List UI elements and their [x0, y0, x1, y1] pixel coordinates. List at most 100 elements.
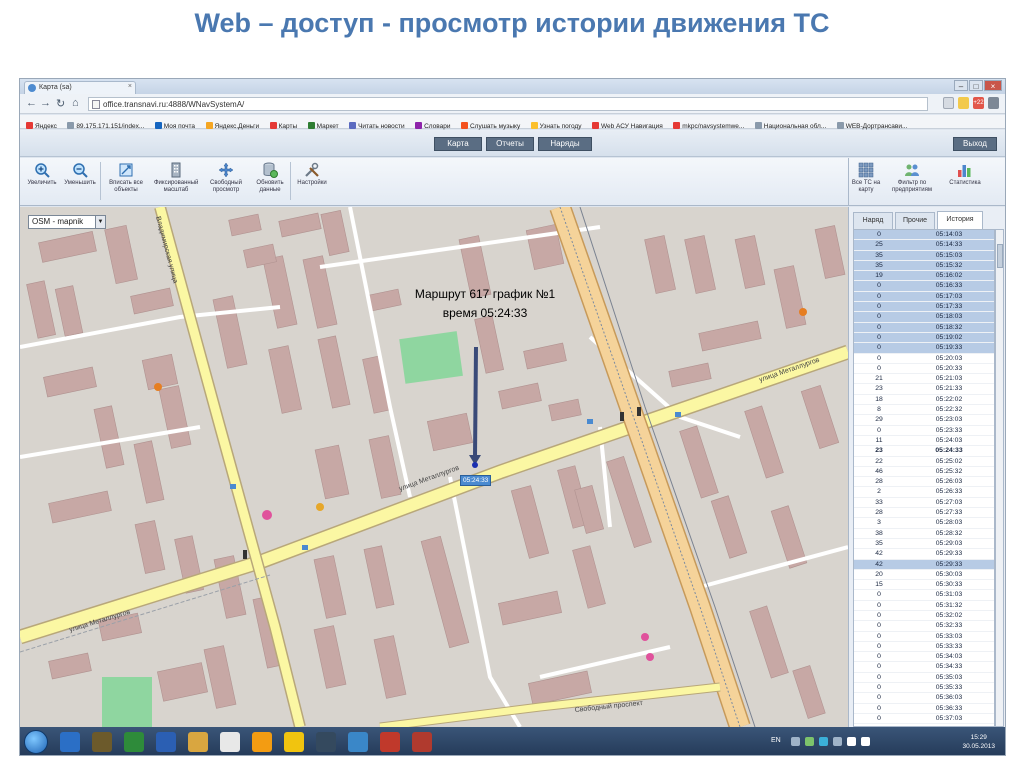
history-row[interactable]: 0 05:16:33: [854, 281, 994, 292]
history-row[interactable]: 0 05:34:33: [854, 662, 994, 673]
history-row[interactable]: 0 05:33:33: [854, 642, 994, 653]
tray-icon[interactable]: [805, 737, 814, 746]
close-tab-icon[interactable]: ×: [128, 83, 132, 90]
history-row[interactable]: 0 05:18:03: [854, 312, 994, 323]
scrollbar-thumb[interactable]: [997, 244, 1003, 268]
history-row[interactable]: 0 05:23:33: [854, 426, 994, 436]
minimize-button[interactable]: –: [954, 80, 968, 91]
history-row[interactable]: 35 05:15:03: [854, 250, 994, 261]
app-icon[interactable]: [92, 732, 112, 752]
filter-enterprises-button[interactable]: Фильтр по предприятиям: [887, 162, 937, 204]
page-menu-icon[interactable]: [943, 97, 954, 109]
history-row[interactable]: 0 05:36:03: [854, 693, 994, 704]
explorer-icon[interactable]: [188, 732, 208, 752]
word-icon[interactable]: [156, 732, 176, 752]
app-icon[interactable]: [380, 732, 400, 752]
history-row[interactable]: 3 05:28:03: [854, 518, 994, 529]
wrench-icon[interactable]: [988, 97, 999, 109]
browser-tab[interactable]: Карта (sa) ×: [24, 81, 136, 94]
start-button[interactable]: [24, 730, 48, 754]
map-layer-select[interactable]: OSM - mapnik ▼: [28, 215, 106, 229]
vehicle-position-marker[interactable]: [472, 462, 478, 468]
history-row[interactable]: 46 05:25:32: [854, 467, 994, 478]
history-row[interactable]: 35 05:29:03: [854, 539, 994, 550]
tab-other[interactable]: Прочие: [895, 212, 935, 229]
history-row[interactable]: 0 05:33:03: [854, 632, 994, 642]
yandex-icon[interactable]: [220, 732, 240, 752]
menu-tab-reports[interactable]: Отчеты: [486, 137, 534, 151]
poi-marker[interactable]: [641, 633, 649, 641]
tray-icon[interactable]: [819, 737, 828, 746]
tray-icon[interactable]: [833, 737, 842, 746]
fit-all-button[interactable]: Вписать все объекты: [104, 162, 148, 204]
history-row[interactable]: 2 05:26:33: [854, 487, 994, 498]
reload-icon[interactable]: ↻: [56, 97, 65, 110]
network-icon[interactable]: [847, 737, 856, 746]
history-row[interactable]: 11 05:24:03: [854, 436, 994, 447]
statistics-button[interactable]: Статистика: [941, 162, 989, 204]
poi-marker[interactable]: [646, 653, 654, 661]
chevron-down-icon[interactable]: ▼: [95, 216, 105, 228]
menu-tab-map[interactable]: Карта: [434, 137, 482, 151]
settings-button[interactable]: Настройки: [290, 162, 334, 204]
history-row[interactable]: 0 05:19:02: [854, 332, 994, 344]
history-row[interactable]: 0 05:35:33: [854, 683, 994, 694]
language-indicator[interactable]: EN: [771, 737, 781, 744]
notification-badge[interactable]: +22: [973, 97, 984, 109]
history-row[interactable]: 28 05:27:33: [854, 508, 994, 519]
ie-icon[interactable]: [60, 732, 80, 752]
volume-icon[interactable]: [861, 737, 870, 746]
tab-history[interactable]: История: [937, 211, 983, 229]
history-row[interactable]: 0 05:34:03: [854, 652, 994, 663]
history-row[interactable]: 0 05:17:33: [854, 302, 994, 313]
history-row[interactable]: 0 05:17:03: [854, 291, 994, 303]
history-row[interactable]: 0 05:14:03: [854, 230, 994, 241]
close-window-button[interactable]: ×: [984, 80, 1002, 91]
app-icon[interactable]: [412, 732, 432, 752]
history-row[interactable]: 42 05:29:33: [854, 559, 994, 570]
poi-marker[interactable]: [316, 503, 324, 511]
history-row[interactable]: 21 05:21:03: [854, 374, 994, 385]
maximize-button[interactable]: □: [969, 80, 983, 91]
menu-tab-orders[interactable]: Наряды: [538, 137, 592, 151]
star-icon[interactable]: [958, 97, 969, 109]
history-row[interactable]: 0 05:18:32: [854, 322, 994, 333]
map-view[interactable]: улица Металлургов улица Металлургов улиц…: [20, 207, 848, 727]
history-row[interactable]: 25 05:14:33: [854, 240, 994, 251]
history-scrollbar[interactable]: [995, 229, 1004, 727]
history-list[interactable]: 0 05:14:03 25 05:14:33 35 05:15:03 35 05:15:32 1…: [853, 229, 995, 727]
vehicle-time-label[interactable]: 05:24:33: [460, 475, 492, 486]
excel-icon[interactable]: [124, 732, 144, 752]
exit-button[interactable]: Выход: [953, 137, 997, 151]
address-bar[interactable]: office.transnavi.ru:4888/WNavSystemA/: [88, 97, 928, 111]
free-view-button[interactable]: Свободный просмотр: [204, 162, 248, 204]
history-row[interactable]: 0 05:32:02: [854, 611, 994, 622]
all-vehicles-button[interactable]: Все ТС на карту: [849, 162, 883, 204]
history-row[interactable]: 0 05:32:33: [854, 621, 994, 632]
history-row[interactable]: 20 05:30:03: [854, 570, 994, 581]
history-row[interactable]: 28 05:26:03: [854, 477, 994, 488]
history-row[interactable]: 22 05:25:02: [854, 457, 994, 467]
history-row[interactable]: 18 05:22:02: [854, 395, 994, 406]
app-icon[interactable]: [348, 732, 368, 752]
tray-icon[interactable]: [791, 737, 800, 746]
history-row[interactable]: 23 05:21:33: [854, 384, 994, 395]
app-icon[interactable]: [284, 732, 304, 752]
history-row[interactable]: 42 05:29:33: [854, 549, 994, 560]
history-row[interactable]: 0 05:19:33: [854, 343, 994, 354]
history-row[interactable]: 0 05:31:03: [854, 590, 994, 601]
history-row[interactable]: 33 05:27:03: [854, 498, 994, 509]
forward-icon[interactable]: →: [40, 97, 51, 109]
history-row[interactable]: 15 05:30:33: [854, 580, 994, 591]
zoom-out-button[interactable]: Уменьшить: [58, 162, 102, 204]
back-icon[interactable]: ←: [26, 97, 37, 109]
history-row[interactable]: 0 05:20:33: [854, 364, 994, 375]
history-row[interactable]: 38 05:28:32: [854, 529, 994, 539]
history-row[interactable]: 8 05:22:32: [854, 405, 994, 416]
history-row[interactable]: 0 05:37:03: [854, 714, 994, 725]
history-row[interactable]: 23 05:24:33: [854, 446, 994, 457]
history-row[interactable]: 0 05:20:03: [854, 354, 994, 364]
history-row[interactable]: 0 05:31:32: [854, 601, 994, 611]
tab-order[interactable]: Наряд: [853, 212, 893, 229]
history-row[interactable]: 35 05:15:32: [854, 260, 994, 272]
